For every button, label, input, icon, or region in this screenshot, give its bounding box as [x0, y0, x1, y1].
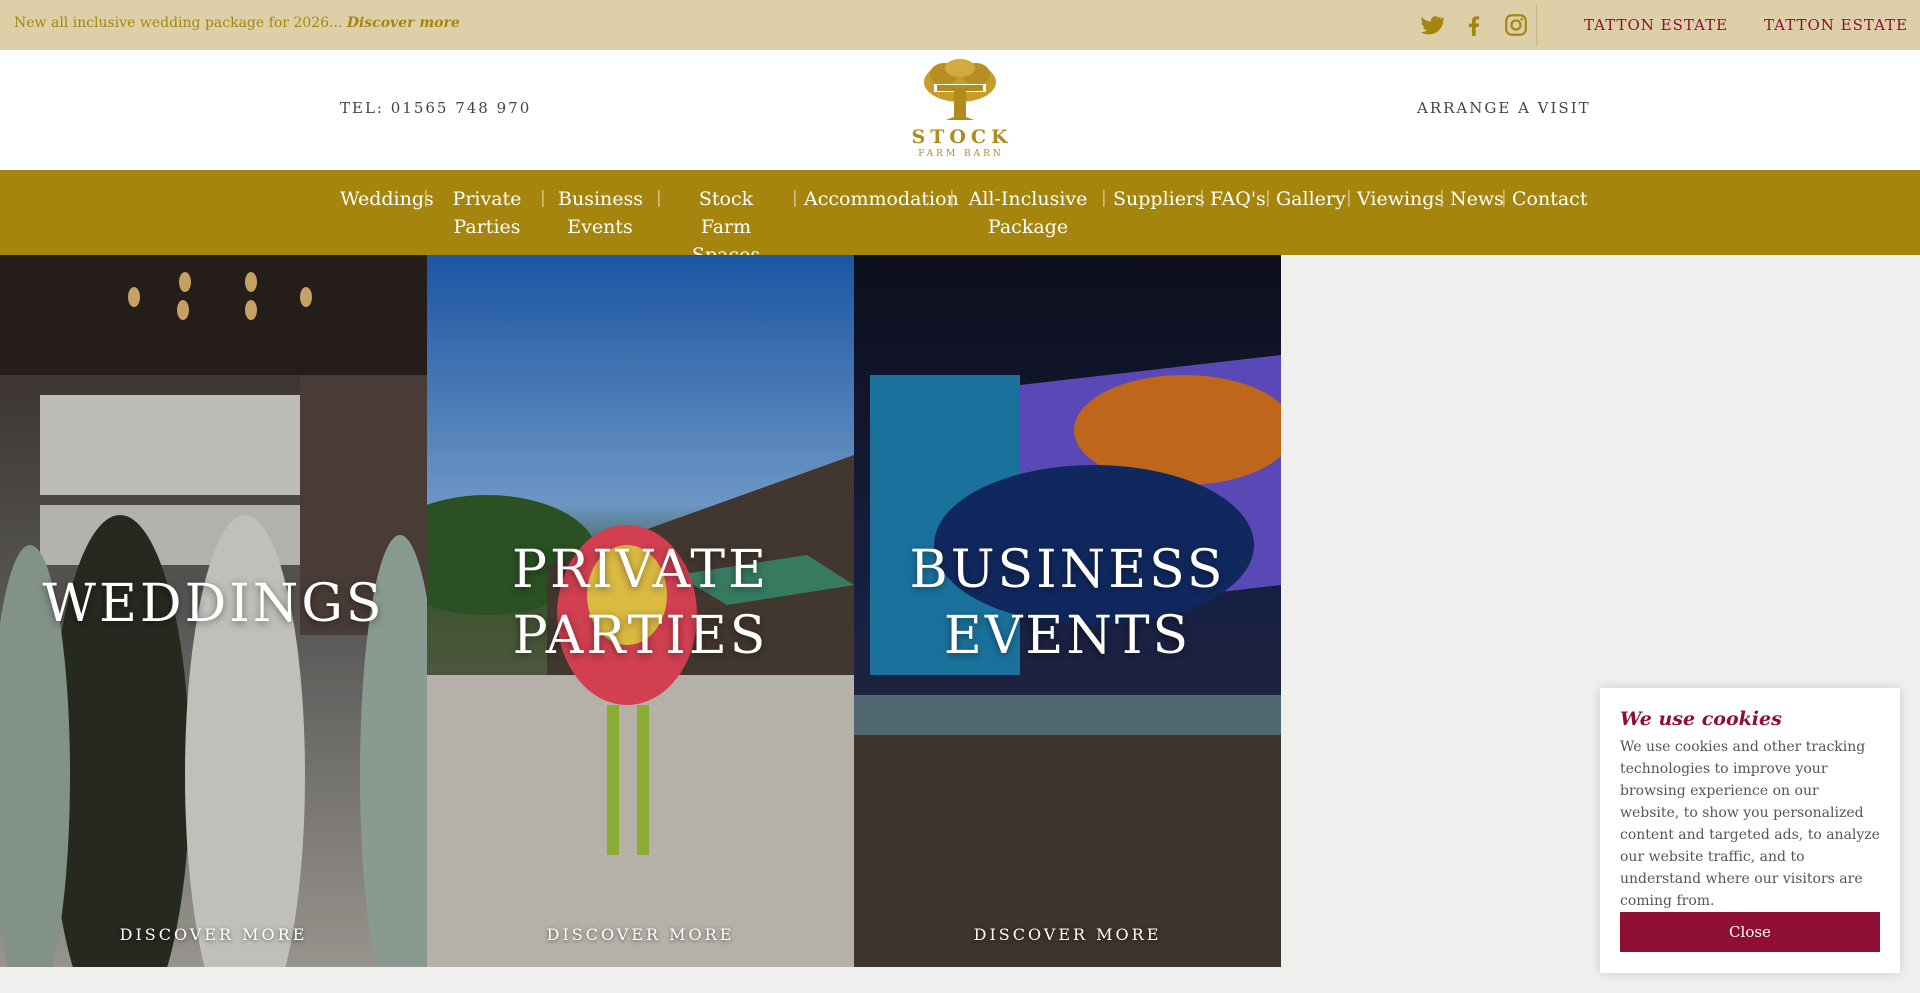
tatton-estate-link-1[interactable]: TATTON ESTATE — [1584, 16, 1728, 34]
business-events-panel[interactable]: BUSINESS EVENTS DISCOVER MORE — [854, 255, 1281, 967]
tatton-estate-link-2[interactable]: TATTON ESTATE — [1764, 16, 1908, 34]
topbar-divider — [1536, 4, 1537, 46]
nav-item-gallery[interactable]: Gallery — [1276, 185, 1346, 213]
nav-separator: | — [1439, 188, 1445, 208]
nav-item-private-parties[interactable]: Private Parties — [452, 185, 522, 241]
nav-item-viewings[interactable]: Viewings — [1357, 185, 1444, 213]
nav-item-contact[interactable]: Contact — [1512, 185, 1587, 213]
site-logo[interactable]: STOCK FARM BARN — [902, 58, 1018, 166]
private-parties-title: PRIVATE PARTIES — [511, 540, 770, 666]
private-parties-discover-more-link[interactable]: DISCOVER MORE — [427, 925, 854, 944]
site-header: TEL: 01565 748 970 STOCK FARM BARN ARRAN… — [0, 50, 1920, 170]
twitter-icon[interactable] — [1418, 12, 1444, 38]
nav-separator: | — [423, 188, 429, 208]
telephone-link[interactable]: TEL: 01565 748 970 — [340, 99, 531, 117]
logo-subtitle: FARM BARN — [918, 149, 1004, 159]
nav-item-all-inclusive-package[interactable]: All-Inclusive Package — [968, 185, 1088, 241]
nav-item-faqs[interactable]: FAQ's — [1210, 185, 1266, 213]
top-bar: New all inclusive wedding package for 20… — [0, 0, 1920, 50]
nav-item-news[interactable]: News — [1450, 185, 1504, 213]
nav-separator: | — [1346, 188, 1352, 208]
cookie-close-button[interactable]: Close — [1620, 912, 1880, 952]
nav-item-accommodation[interactable]: Accommodation — [804, 185, 959, 213]
instagram-icon[interactable] — [1503, 12, 1529, 38]
cookie-title: We use cookies — [1620, 708, 1782, 730]
nav-separator: | — [1501, 188, 1507, 208]
weddings-discover-more-link[interactable]: DISCOVER MORE — [0, 925, 427, 944]
promo-text: New all inclusive wedding package for 20… — [14, 15, 347, 31]
nav-separator: | — [792, 188, 798, 208]
logo-name: STOCK — [911, 126, 1013, 148]
arrange-visit-link[interactable]: ARRANGE A VISIT — [1417, 99, 1591, 117]
nav-item-business-events[interactable]: Business Events — [558, 185, 643, 241]
cookie-notice: We use cookies We use cookies and other … — [1600, 688, 1900, 973]
business-events-discover-more-link[interactable]: DISCOVER MORE — [854, 925, 1281, 944]
promo-discover-link[interactable]: Discover more — [347, 15, 460, 31]
nav-separator: | — [1199, 188, 1205, 208]
nav-separator: | — [1101, 188, 1107, 208]
weddings-panel[interactable]: WEDDINGS DISCOVER MORE — [0, 255, 427, 967]
nav-separator: | — [1265, 188, 1271, 208]
business-events-title: BUSINESS EVENTS — [909, 540, 1226, 666]
weddings-title: WEDDINGS — [42, 574, 385, 634]
tree-logo-icon — [924, 59, 996, 120]
nav-item-weddings[interactable]: Weddings — [340, 185, 434, 213]
nav-item-suppliers[interactable]: Suppliers — [1113, 185, 1205, 213]
facebook-icon[interactable] — [1461, 12, 1487, 38]
nav-separator: | — [540, 188, 546, 208]
nav-separator: | — [656, 188, 662, 208]
cookie-text: We use cookies and other tracking techno… — [1620, 739, 1880, 909]
private-parties-panel[interactable]: PRIVATE PARTIES DISCOVER MORE — [427, 255, 854, 967]
nav-separator: | — [949, 188, 955, 208]
main-navigation: Weddings | Private Parties | Business Ev… — [0, 170, 1920, 266]
promo-banner[interactable]: New all inclusive wedding package for 20… — [14, 15, 460, 31]
